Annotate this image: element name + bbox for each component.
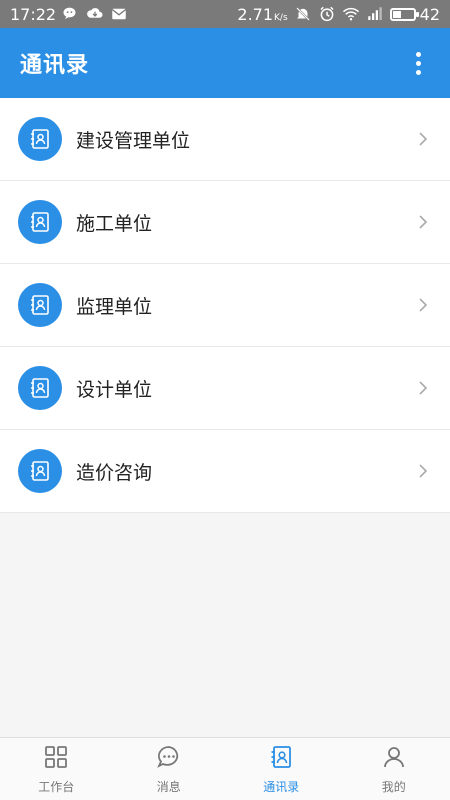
alarm-icon bbox=[318, 5, 336, 23]
network-speed: 2.71K/s bbox=[237, 4, 288, 24]
more-dot-icon bbox=[415, 51, 421, 57]
nav-label: 消息 bbox=[156, 779, 181, 794]
mail-icon bbox=[110, 5, 128, 23]
more-dot-icon bbox=[415, 69, 421, 75]
chevron-right-icon bbox=[416, 215, 430, 229]
list-item-label: 建设管理单位 bbox=[76, 129, 191, 152]
list-item-construction-unit[interactable]: 施工单位 bbox=[0, 181, 450, 264]
nav-label: 我的 bbox=[381, 779, 406, 794]
chat-icon bbox=[156, 744, 182, 774]
list-item-label: 造价咨询 bbox=[76, 461, 153, 484]
status-bar: 17:22 2.71K/s 42 bbox=[0, 0, 450, 28]
list-item-design-unit[interactable]: 设计单位 bbox=[0, 347, 450, 430]
nav-tab-messages[interactable]: 消息 bbox=[113, 738, 226, 800]
battery-icon bbox=[389, 7, 419, 21]
nav-label: 通讯录 bbox=[263, 779, 300, 794]
page-title: 通讯录 bbox=[20, 53, 90, 78]
cloud-download-icon bbox=[86, 5, 104, 23]
address-book-icon bbox=[18, 200, 62, 244]
list-item-construction-management[interactable]: 建设管理单位 bbox=[0, 98, 450, 181]
chevron-right-icon bbox=[416, 381, 430, 395]
status-right: 2.71K/s 42 bbox=[237, 5, 440, 24]
mute-bell-icon bbox=[294, 5, 312, 23]
contacts-icon bbox=[268, 744, 294, 774]
list-item-label: 施工单位 bbox=[76, 212, 153, 235]
battery-indicator: 42 bbox=[389, 4, 440, 24]
list-item-cost-consulting[interactable]: 造价咨询 bbox=[0, 430, 450, 513]
person-icon bbox=[381, 744, 407, 774]
status-left: 17:22 bbox=[10, 5, 128, 24]
address-book-icon bbox=[18, 117, 62, 161]
nav-tab-workbench[interactable]: 工作台 bbox=[0, 738, 113, 800]
contact-category-list: 建设管理单位 施工单位 监理单位 设计单位 造价咨询 bbox=[0, 98, 450, 513]
nav-label: 工作台 bbox=[38, 779, 75, 794]
nav-tab-contacts[interactable]: 通讯录 bbox=[225, 738, 338, 800]
wechat-icon bbox=[62, 5, 80, 23]
battery-fill bbox=[392, 10, 401, 18]
address-book-icon bbox=[18, 449, 62, 493]
chevron-right-icon bbox=[416, 298, 430, 312]
status-time: 17:22 bbox=[10, 4, 57, 24]
list-item-label: 监理单位 bbox=[76, 295, 153, 318]
bottom-navigation: 工作台 消息 通讯录 我的 bbox=[0, 737, 450, 800]
address-book-icon bbox=[18, 366, 62, 410]
list-item-supervision-unit[interactable]: 监理单位 bbox=[0, 264, 450, 347]
signal-icon bbox=[366, 5, 384, 23]
speed-unit: K/s bbox=[274, 12, 288, 23]
app-header: 通讯录 bbox=[0, 28, 450, 98]
battery-percent: 42 bbox=[419, 4, 440, 24]
more-dot-icon bbox=[415, 60, 421, 66]
nav-tab-me[interactable]: 我的 bbox=[338, 738, 450, 800]
wifi-icon bbox=[342, 5, 360, 23]
list-item-label: 设计单位 bbox=[76, 378, 153, 401]
more-options-button[interactable] bbox=[406, 43, 430, 83]
chevron-right-icon bbox=[416, 464, 430, 478]
chevron-right-icon bbox=[416, 132, 430, 146]
address-book-icon bbox=[18, 283, 62, 327]
grid-icon bbox=[43, 744, 69, 774]
